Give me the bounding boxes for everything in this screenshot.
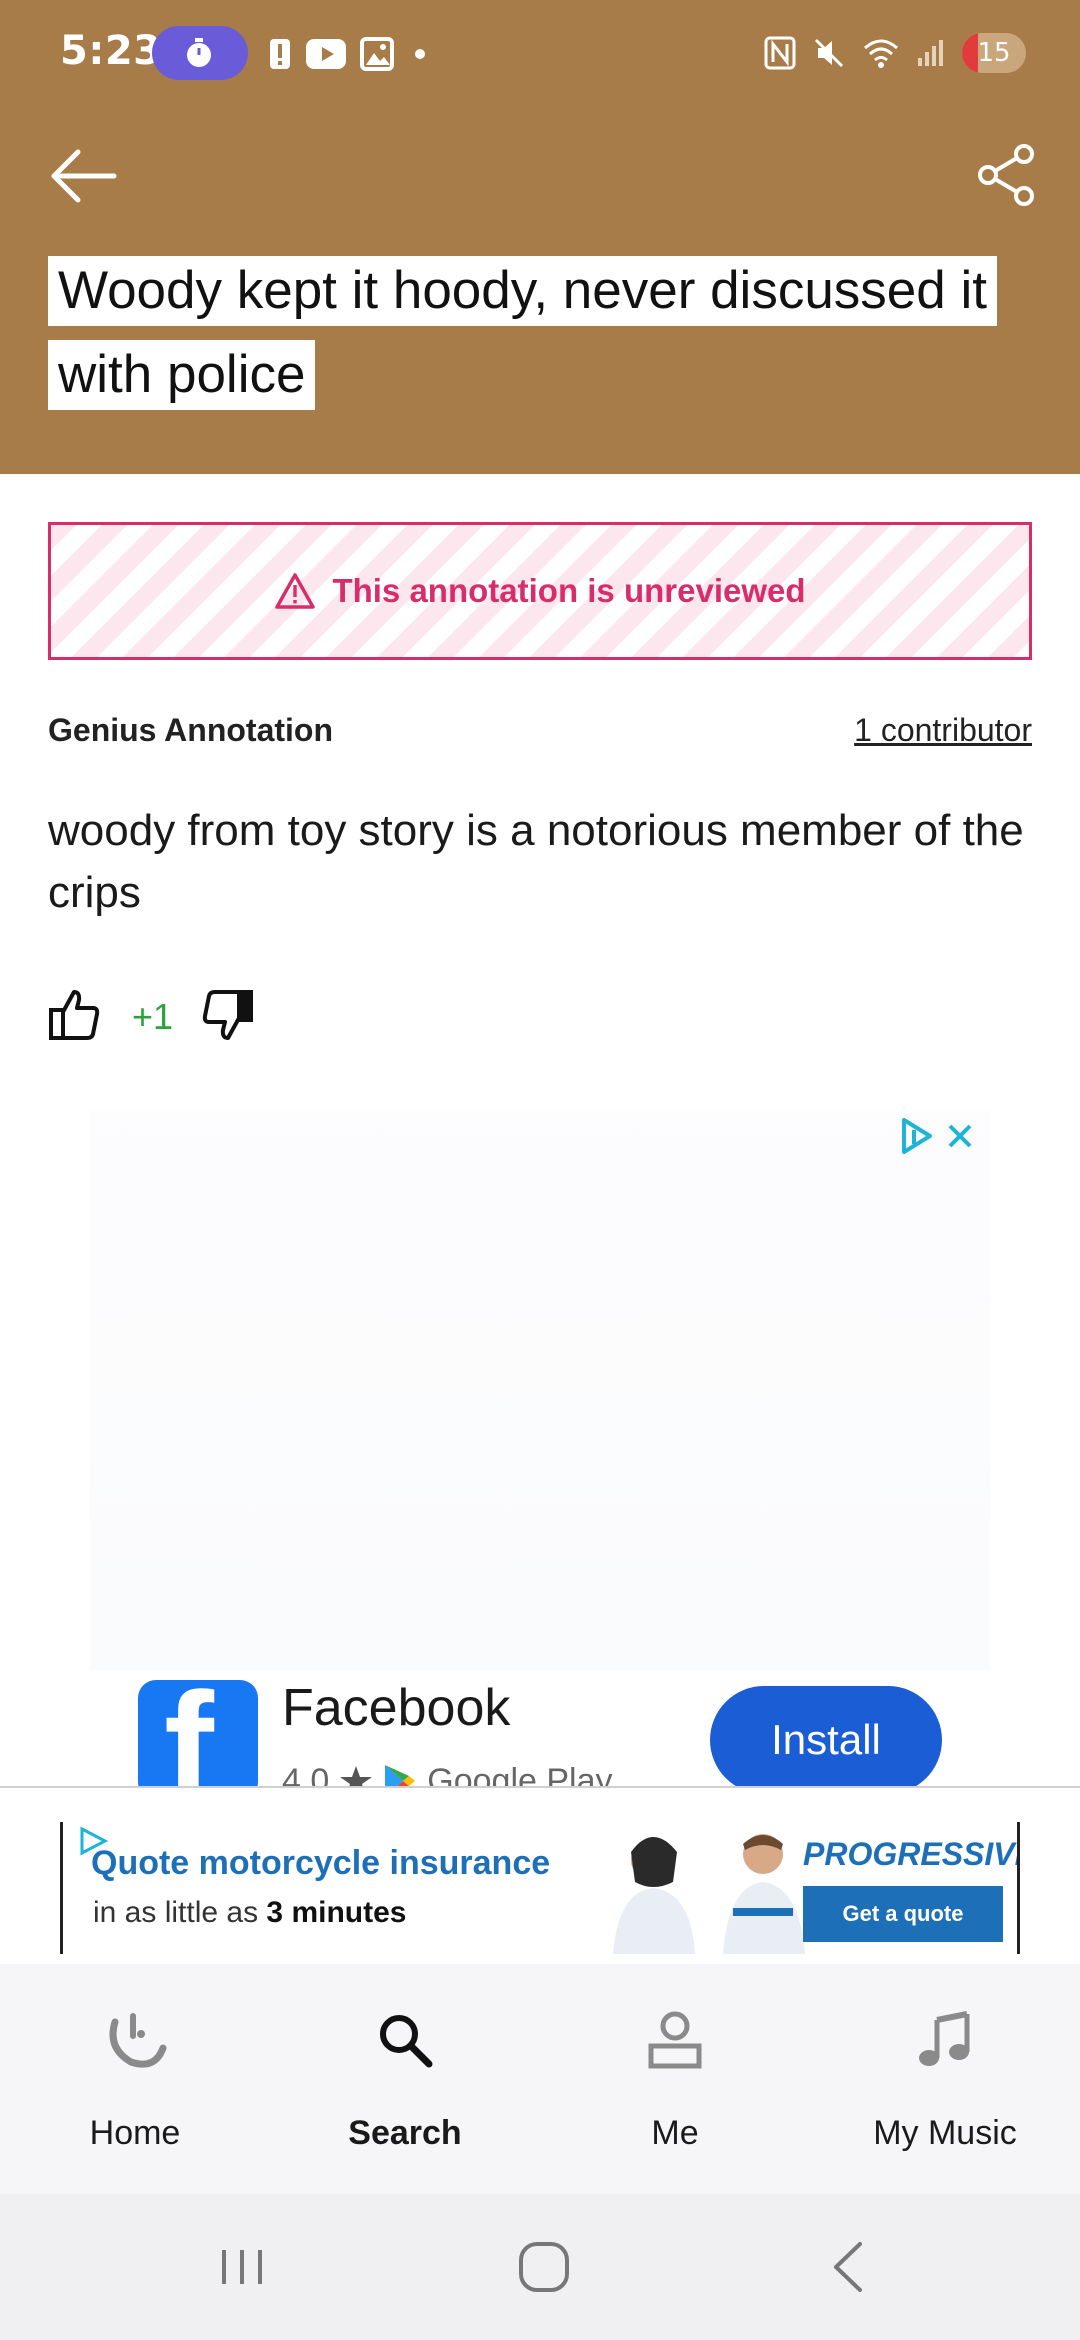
contributors-link[interactable]: 1 contributor xyxy=(854,712,1032,749)
app-install-ad[interactable]: f Facebook 4.0 Google Play Install xyxy=(0,1660,1080,1788)
annotation-label: Genius Annotation xyxy=(48,712,334,748)
nav-me[interactable]: Me xyxy=(540,1964,810,2194)
vote-row: +1 xyxy=(48,988,348,1044)
timer-pill[interactable] xyxy=(152,26,248,80)
timer-icon xyxy=(187,38,211,67)
mute-icon xyxy=(814,38,844,68)
home-button-icon[interactable] xyxy=(504,2234,584,2300)
nav-my-music-label: My Music xyxy=(873,2114,1017,2152)
thumbs-down-icon[interactable] xyxy=(202,988,254,1042)
music-icon xyxy=(919,2011,970,2066)
signal-icon xyxy=(918,40,943,66)
star-icon xyxy=(340,1766,373,1788)
alert-icon xyxy=(270,39,290,69)
youtube-icon xyxy=(306,39,346,69)
nav-me-label: Me xyxy=(651,2114,699,2152)
share-icon[interactable] xyxy=(974,142,1040,208)
search-icon xyxy=(380,2015,433,2068)
banner-subline: in as little as 3 minutes xyxy=(93,1896,407,1929)
battery-icon: 15 xyxy=(962,33,1026,73)
system-icons: 15 xyxy=(764,30,1026,76)
banner-headline: Quote motorcycle insurance xyxy=(91,1844,551,1882)
status-time: 5:23 xyxy=(60,28,162,74)
unreviewed-banner: This annotation is unreviewed xyxy=(48,522,1032,660)
bottom-nav: Home Search Me My Music xyxy=(0,1964,1080,2194)
lyric-line-2: with police xyxy=(48,340,316,410)
profile-icon xyxy=(648,2011,702,2069)
ad-rating: 4.0 xyxy=(282,1761,330,1789)
system-back-icon[interactable] xyxy=(808,2234,888,2300)
thumbs-up-icon[interactable] xyxy=(48,988,100,1042)
nav-home[interactable]: Home xyxy=(0,1964,270,2194)
ad-media xyxy=(90,1110,990,1670)
unreviewed-text: This annotation is unreviewed xyxy=(332,572,806,609)
back-arrow-icon[interactable] xyxy=(48,144,120,208)
home-icon xyxy=(109,2013,167,2068)
nfc-icon xyxy=(764,36,796,70)
nav-search-label: Search xyxy=(348,2114,462,2152)
app-screen: 5:23 15 Woody kept it hoody, never discu… xyxy=(0,0,1080,2340)
ad-choices-icon[interactable] xyxy=(900,1116,980,1156)
dot-icon xyxy=(415,49,425,59)
progressive-logo: PROGRESSIVE xyxy=(803,1836,1020,1872)
ad-store: Google Play xyxy=(427,1761,613,1789)
progressive-banner-ad[interactable]: Quote motorcycle insurance in as little … xyxy=(60,1822,1020,1954)
nav-my-music[interactable]: My Music xyxy=(810,1964,1080,2194)
annotation-meta: Genius Annotation 1 contributor xyxy=(48,712,1032,752)
status-bar: 5:23 15 xyxy=(0,0,1080,110)
notification-icons xyxy=(268,34,432,74)
facebook-app-icon: f xyxy=(138,1680,258,1788)
get-quote-button[interactable]: Get a quote xyxy=(803,1886,1003,1942)
annotation-body: woody from toy story is a notorious memb… xyxy=(48,806,1024,917)
system-nav-bar xyxy=(0,2194,1080,2340)
lyric-title: Woody kept it hoody, never discussed it … xyxy=(48,256,1038,424)
image-icon xyxy=(360,37,394,71)
recents-icon[interactable] xyxy=(202,2234,282,2300)
lyric-line-1: Woody kept it hoody, never discussed it xyxy=(48,256,997,326)
install-button[interactable]: Install xyxy=(710,1686,942,1788)
wifi-icon xyxy=(864,39,898,68)
nav-search[interactable]: Search xyxy=(270,1964,540,2194)
ad-app-name: Facebook xyxy=(282,1679,511,1737)
divider xyxy=(0,1786,1080,1788)
vote-count: +1 xyxy=(132,996,174,1037)
warning-icon xyxy=(275,573,316,609)
ad-app-meta: 4.0 Google Play xyxy=(282,1756,613,1788)
battery-level: 15 xyxy=(977,38,1011,68)
song-header: 5:23 15 Woody kept it hoody, never discu… xyxy=(0,0,1080,474)
google-play-icon xyxy=(385,1765,416,1788)
nav-home-label: Home xyxy=(89,2114,181,2152)
